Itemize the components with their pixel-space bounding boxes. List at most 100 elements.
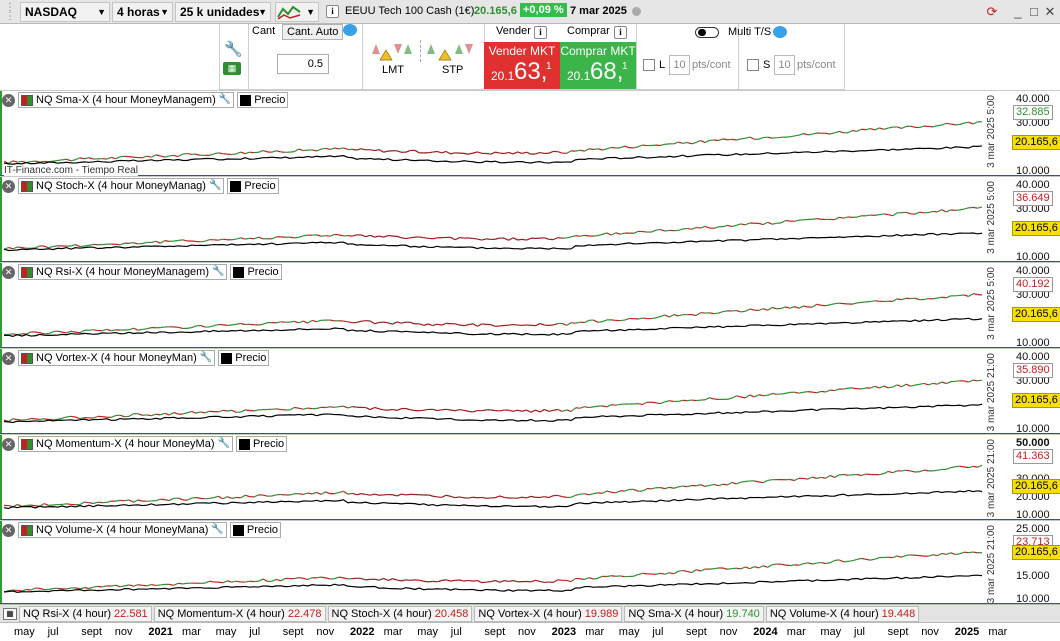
close-icon[interactable]: ✕	[2, 523, 15, 537]
price-legend[interactable]: Precio	[230, 264, 282, 280]
info-icon[interactable]: i	[534, 26, 547, 39]
equity-segment	[910, 384, 916, 387]
equity-segment	[758, 222, 764, 226]
equity-segment	[620, 145, 625, 149]
price-scale[interactable]: 40.00030.00020.00010.00035.89020.165,6	[1008, 349, 1060, 435]
strategy-panel[interactable]: ✕ NQ Vortex-X (4 hour MoneyMan) 🔧 Precio 3…	[0, 348, 1060, 435]
equity-segment	[137, 413, 143, 416]
buy-price-decimal: 1	[622, 61, 628, 72]
strategy-summary-chip[interactable]: NQ Rsi-X (4 hour) 22.581	[19, 605, 152, 622]
price-legend[interactable]: Precio	[218, 350, 270, 366]
equity-segment	[53, 330, 58, 333]
refresh-icon[interactable]: ⟳	[984, 4, 1000, 20]
chat-bubble-icon[interactable]	[773, 26, 787, 38]
price-legend[interactable]: Precio	[229, 522, 282, 538]
limit-order-icon[interactable]	[368, 40, 414, 62]
info-icon[interactable]: i	[614, 26, 627, 39]
equity-segment	[946, 552, 951, 555]
strategy-legend[interactable]: NQ Sma-X (4 hour MoneyManagem) 🔧	[18, 92, 235, 108]
equity-segment	[597, 233, 603, 237]
wrench-icon[interactable]: 🔧	[218, 437, 230, 451]
equity-segment	[512, 151, 518, 155]
info-icon[interactable]: i	[326, 5, 339, 18]
equity-segment	[468, 579, 473, 582]
instrument-select[interactable]: NASDAQ ▼	[20, 2, 110, 22]
time-axis-label: 2021	[148, 626, 173, 638]
limit-ts-checkbox[interactable]	[643, 59, 655, 71]
equity-segment	[213, 152, 219, 155]
strategy-panel[interactable]: ✕ NQ Sma-X (4 hour MoneyManagem) 🔧 Precio…	[0, 90, 1060, 177]
buy-mkt-button[interactable]: Comprar MKT 20.1 68, 1	[560, 42, 636, 89]
multi-ts-label: Multi T/S	[728, 26, 772, 38]
chat-bubble-icon[interactable]	[343, 24, 357, 36]
equity-segment	[968, 465, 974, 469]
equity-segment	[816, 390, 822, 394]
wrench-icon[interactable]: 🔧	[212, 265, 224, 279]
units-select[interactable]: 25 k unidades ▼	[175, 2, 271, 22]
strategy-panel[interactable]: ✕ NQ Stoch-X (4 hour MoneyManag) 🔧 Precio…	[0, 176, 1060, 263]
panel-title-bar: ✕ NQ Vortex-X (4 hour MoneyMan) 🔧 Precio	[2, 350, 270, 366]
grid-icon[interactable]: ▦	[3, 607, 17, 620]
qty-input[interactable]: 0.5	[277, 54, 329, 74]
strategy-panel[interactable]: ✕ NQ Volume-X (4 hour MoneyMana) 🔧 Precio…	[0, 520, 1060, 605]
chart-type-select[interactable]: ▼	[275, 2, 319, 22]
drag-grip-icon[interactable]: ⋮ ⋮	[3, 3, 17, 22]
minimize-button[interactable]: _	[1010, 4, 1026, 20]
strategy-legend[interactable]: NQ Stoch-X (4 hour MoneyManag) 🔧	[18, 178, 225, 194]
close-icon[interactable]: ✕	[2, 437, 15, 451]
strategy-legend[interactable]: NQ Momentum-X (4 hour MoneyMa) 🔧	[18, 436, 233, 452]
sell-mkt-button[interactable]: Vender MKT 20.1 63, 1	[484, 42, 560, 89]
equity-segment	[972, 206, 978, 209]
stop-order-icon[interactable]	[420, 40, 476, 62]
equity-segment	[856, 128, 862, 132]
strategy-legend[interactable]: NQ Volume-X (4 hour MoneyMana) 🔧	[18, 522, 227, 538]
timeframe-select[interactable]: 4 horas ▼	[112, 2, 173, 22]
equity-segment	[713, 226, 719, 229]
stop-ts-checkbox[interactable]	[747, 59, 759, 71]
price-scale[interactable]: 40.00030.00020.00010.00040.19220.165,6	[1008, 263, 1060, 349]
equity-segment	[320, 576, 326, 579]
strategy-summary-chip[interactable]: NQ Momentum-X (4 hour) 22.478	[153, 605, 326, 622]
multi-ts-toggle[interactable]	[695, 27, 719, 38]
strategy-panel[interactable]: ✕ NQ Momentum-X (4 hour MoneyMa) 🔧 Precio…	[0, 434, 1060, 521]
strategy-legend[interactable]: NQ Rsi-X (4 hour MoneyManagem) 🔧	[18, 264, 228, 280]
equity-segment	[785, 391, 791, 394]
strategy-summary-chip[interactable]: NQ Stoch-X (4 hour) 20.458	[327, 605, 473, 622]
equity-segment	[298, 493, 304, 496]
equity-segment	[495, 151, 500, 154]
price-scale[interactable]: 50.00040.00030.00020.00010.00041.36320.1…	[1008, 435, 1060, 521]
equity-segment	[861, 473, 867, 477]
equity-segment	[137, 584, 143, 586]
wrench-icon[interactable]: 🔧	[224, 40, 243, 58]
price-scale[interactable]: 40.00030.00020.00010.00032.88520.165,6	[1008, 91, 1060, 177]
equity-segment	[914, 297, 920, 301]
strategy-summary-chip[interactable]: NQ Sma-X (4 hour) 19.740	[624, 605, 764, 622]
strategy-panel[interactable]: ✕ NQ Rsi-X (4 hour MoneyManagem) 🔧 Precio…	[0, 262, 1060, 349]
close-icon[interactable]: ✕	[2, 351, 15, 365]
equity-segment	[187, 327, 192, 329]
stop-pts-input[interactable]: 10	[774, 55, 795, 75]
close-icon[interactable]: ✕	[2, 265, 15, 279]
equity-segment	[325, 147, 331, 151]
price-scale[interactable]: 40.00030.00020.00010.00036.64920.165,6	[1008, 177, 1060, 263]
close-icon[interactable]: ✕	[2, 93, 15, 107]
equity-segment	[901, 297, 907, 301]
strategy-legend[interactable]: NQ Vortex-X (4 hour MoneyMan) 🔧	[18, 350, 216, 366]
close-button[interactable]: ✕	[1042, 4, 1058, 20]
price-legend[interactable]: Precio	[227, 178, 279, 194]
wrench-icon[interactable]: 🔧	[211, 523, 223, 537]
keyboard-icon[interactable]: ▦	[223, 62, 241, 75]
close-icon[interactable]: ✕	[2, 179, 15, 193]
price-scale[interactable]: 25.00020.00015.00010.00023.71320.165,6	[1008, 521, 1060, 605]
wrench-icon[interactable]: 🔧	[200, 351, 212, 365]
strategy-summary-chip[interactable]: NQ Volume-X (4 hour) 19.448	[765, 605, 920, 622]
limit-pts-input[interactable]: 10	[669, 55, 690, 75]
price-legend[interactable]: Precio	[235, 436, 288, 452]
maximize-button[interactable]: □	[1026, 4, 1042, 20]
auto-qty-button[interactable]: Cant. Auto	[282, 24, 344, 40]
wrench-icon[interactable]: 🔧	[219, 93, 231, 107]
equity-segment	[477, 238, 482, 241]
strategy-summary-chip[interactable]: NQ Vortex-X (4 hour) 19.989	[474, 605, 623, 622]
wrench-icon[interactable]: 🔧	[209, 179, 221, 193]
price-legend[interactable]: Precio	[237, 92, 289, 108]
